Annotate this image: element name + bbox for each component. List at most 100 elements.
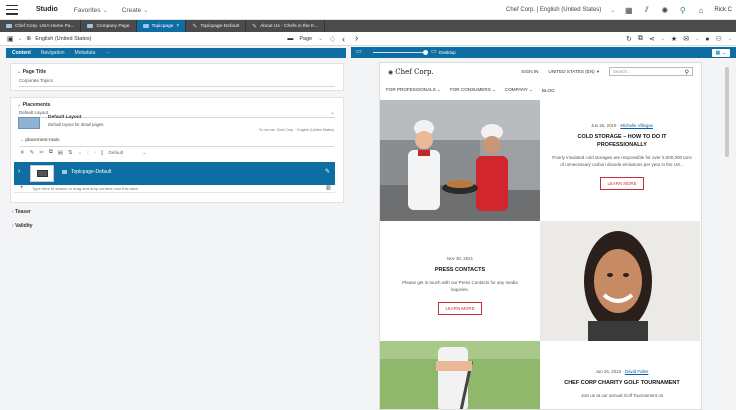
mail-icon[interactable]: ✉ <box>683 35 689 43</box>
chefs-cooking-image[interactable] <box>380 100 540 221</box>
chevron-down-icon: ⌄ <box>722 49 727 56</box>
tab-navigation[interactable]: Navigation <box>41 50 65 56</box>
inheritance-note: To me.me. Chef Corp. · English (United S… <box>258 128 334 132</box>
layout-thumbnail <box>18 117 40 129</box>
author-link[interactable]: Michelle Villegas <box>620 123 653 128</box>
page-icon <box>87 24 94 28</box>
chevron-down-icon[interactable]: ⌄ <box>728 36 732 42</box>
layout-name: Default Layout <box>48 115 82 120</box>
open-external-icon[interactable]: ⧉ <box>638 35 643 43</box>
menu-icon[interactable] <box>6 4 18 15</box>
preview-scrollbar[interactable] <box>724 62 730 410</box>
placement-main-heading[interactable]: ⌄ placement-main <box>20 138 60 143</box>
chevron-down-icon[interactable]: ⌄ <box>661 36 665 42</box>
bulb-icon[interactable]: ♢ <box>329 35 336 44</box>
teaser-section[interactable]: › Teaser <box>12 209 31 215</box>
learn-more-button[interactable]: LEARN MORE <box>600 177 644 191</box>
nav-blog[interactable]: BLOG <box>542 88 555 93</box>
sign-in-link[interactable]: SIGN IN <box>521 69 538 74</box>
brightness-icon[interactable]: ✺ <box>660 6 669 15</box>
star-icon[interactable]: ★ <box>671 35 677 43</box>
nav-for-consumers[interactable]: FOR CONSUMERS <box>450 87 496 93</box>
site-logo[interactable]: Chef Corp. <box>395 68 433 76</box>
zoom-slider-handle[interactable] <box>423 50 428 55</box>
document-icon[interactable]: ▣ <box>7 35 14 43</box>
preview-icon <box>37 170 48 177</box>
collapse-left-icon[interactable]: ‹ <box>342 34 345 44</box>
nav-company[interactable]: COMPANY <box>505 87 533 93</box>
article-title[interactable]: COLD STORAGE – HOW TO DO IT PROFESSIONAL… <box>552 134 692 150</box>
library-icon[interactable]: ⫽ <box>642 5 651 15</box>
workflow-icon[interactable]: ⚲ <box>678 6 687 15</box>
view-toggle[interactable]: ▦ ⌄ <box>712 48 730 57</box>
tab-company-page[interactable]: Company Page <box>81 20 137 32</box>
apps-grid-icon[interactable]: ▦ <box>624 6 633 15</box>
add-icon[interactable]: + <box>20 185 24 191</box>
tab-content[interactable]: Content <box>12 50 31 56</box>
chevron-down-icon[interactable]: ⌄ <box>18 36 23 42</box>
tab-metadata[interactable]: Metadata <box>75 50 96 56</box>
layout-icon: ▦ <box>715 49 721 56</box>
paste-icon[interactable]: ▤ <box>58 150 63 156</box>
golf-tournament-image[interactable] <box>380 341 540 410</box>
placement-item-tile[interactable]: › Topicpage-Default ✎ <box>14 162 335 185</box>
favorites-menu[interactable]: Favorites <box>74 6 108 14</box>
zoom-slider[interactable] <box>373 52 425 53</box>
website-preview: ◉ Chef Corp. SIGN IN UNITED STATES (EN) … <box>379 62 702 410</box>
chevron-down-icon[interactable]: ⌄ <box>318 36 323 42</box>
tab-label: About Us - Chefs in the K... <box>260 23 319 29</box>
cut-icon[interactable]: ✂ <box>39 150 44 156</box>
locale-label[interactable]: English (United States) <box>35 36 91 42</box>
learn-more-button[interactable]: LEARN MORE <box>438 302 482 316</box>
desktop-icon[interactable]: ▭ <box>431 48 437 55</box>
page-title-heading[interactable]: ⌄ Page Title <box>17 69 46 75</box>
device-label[interactable]: Desktop <box>439 50 456 55</box>
view-select[interactable]: Default <box>109 150 124 155</box>
edit-icon[interactable]: ✎ <box>30 150 35 156</box>
tab-topicpage-default[interactable]: ✎ Topicpage-Default <box>186 20 247 32</box>
user-icon[interactable]: ⚇ <box>716 35 722 43</box>
region-selector[interactable]: UNITED STATES (EN) <box>548 69 594 74</box>
nav-for-professionals[interactable]: FOR PROFESSIONALS <box>386 87 441 93</box>
validity-section[interactable]: › Validity <box>12 223 33 229</box>
library-icon[interactable]: ▥ <box>326 185 331 191</box>
page-title-field[interactable]: Corporate Topics <box>19 78 53 83</box>
remove-icon[interactable]: ✕ <box>20 150 25 156</box>
reload-icon[interactable]: ↻ <box>626 35 632 43</box>
arrow-right-icon[interactable]: › <box>94 150 96 156</box>
article-title[interactable]: CHEF CORP CHARITY GOLF TOURNAMENT <box>552 380 692 388</box>
chevron-down-icon[interactable]: ⌄ <box>610 7 615 14</box>
expand-right-icon[interactable]: › <box>355 33 358 44</box>
drop-area[interactable]: + Type here to search or drag and drop c… <box>14 185 335 193</box>
notification-icon[interactable]: ⌂ <box>696 6 705 15</box>
article-title[interactable]: PRESS CONTACTS <box>400 267 520 275</box>
site-selector[interactable]: Chef Corp. | English (United States) <box>506 7 601 13</box>
placements-heading[interactable]: ⌄ Placements <box>17 102 50 108</box>
scrollbar-thumb[interactable] <box>725 67 729 157</box>
chevron-right-icon[interactable]: › <box>18 168 20 175</box>
share-icon[interactable]: ⋖ <box>649 35 655 43</box>
more-tabs[interactable]: ··· <box>105 50 110 56</box>
tab-label: Chef Corp. USA Home Pa... <box>15 23 75 29</box>
close-icon[interactable]: × <box>176 23 179 29</box>
chevron-down-icon[interactable]: ⌄ <box>695 36 699 42</box>
search-icon[interactable]: ⚲ <box>685 69 689 76</box>
chevron-down-icon[interactable]: ⌄ <box>78 150 83 156</box>
author-link[interactable]: David Fuller <box>625 369 648 374</box>
layout-description: Default layout for detail pages. <box>48 122 105 127</box>
press-contact-portrait-image[interactable] <box>540 221 700 341</box>
chevron-down-icon[interactable]: ⌄ <box>142 150 147 156</box>
sort-icon[interactable]: ⇅ <box>68 150 73 156</box>
edit-icon[interactable]: ✎ <box>325 168 330 175</box>
tab-about-us[interactable]: ✎ About Us - Chefs in the K... <box>246 20 326 32</box>
tab-home-page[interactable]: Chef Corp. USA Home Pa... <box>0 20 82 32</box>
create-menu[interactable]: Create <box>122 6 149 14</box>
site-utility-nav: SIGN IN UNITED STATES (EN) ▾ Search... ⚲ <box>521 67 693 76</box>
user-name[interactable]: Rick C <box>714 7 732 13</box>
tab-topicpage[interactable]: Topicpage × <box>136 20 187 32</box>
preview-panel-icon[interactable]: ▭ <box>356 48 362 55</box>
copy-icon[interactable]: ⧉ <box>49 149 53 156</box>
site-search-input[interactable]: Search... ⚲ <box>609 67 693 76</box>
caret-down-icon[interactable]: ▾ <box>597 69 599 75</box>
bulb-icon[interactable]: ● <box>705 36 709 43</box>
